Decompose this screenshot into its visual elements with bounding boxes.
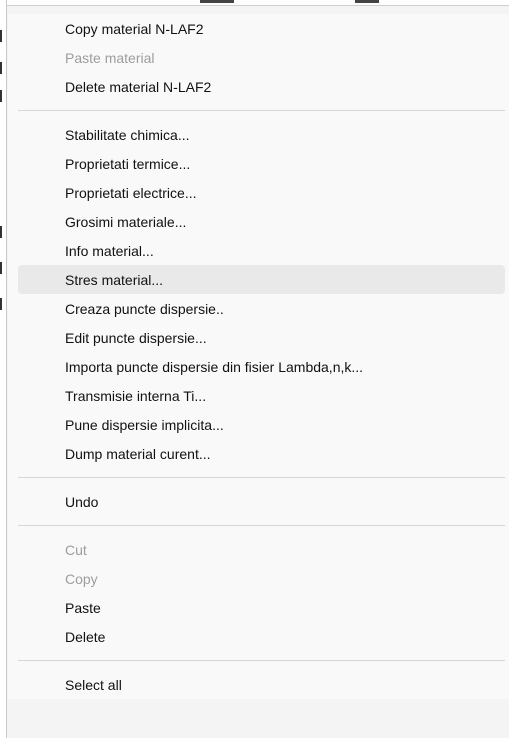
menu-item-label: Importa puncte dispersie din fisier Lamb… bbox=[65, 358, 364, 375]
underlying-window-mark bbox=[0, 30, 2, 42]
menu-item-label: Copy bbox=[65, 570, 98, 587]
menu-item-transmisie-interna-ti[interactable]: Transmisie interna Ti... bbox=[18, 381, 505, 410]
underlying-window-mark bbox=[0, 262, 2, 274]
menu-separator bbox=[18, 110, 505, 111]
menu-item-label: Dump material curent... bbox=[65, 445, 211, 462]
menu-item-proprietati-termice[interactable]: Proprietati termice... bbox=[18, 149, 505, 178]
menu-item-delete[interactable]: Delete bbox=[18, 622, 505, 651]
menu-item-label: Transmisie interna Ti... bbox=[65, 387, 207, 404]
menu-item-grosimi-materiale[interactable]: Grosimi materiale... bbox=[18, 207, 505, 236]
menu-item-select-all[interactable]: Select all bbox=[18, 670, 505, 699]
menu-item-label: Delete bbox=[65, 628, 106, 645]
menu-item-stabilitate-chimica[interactable]: Stabilitate chimica... bbox=[18, 120, 505, 149]
menu-item-label: Paste bbox=[65, 599, 101, 616]
menu-item-copy: Copy bbox=[18, 564, 505, 593]
menu-item-label: Pune dispersie implicita... bbox=[65, 416, 224, 433]
menu-item-importa-puncte-dispersie-din-fisier-lambda-n-k[interactable]: Importa puncte dispersie din fisier Lamb… bbox=[18, 352, 505, 381]
menu-item-info-material[interactable]: Info material... bbox=[18, 236, 505, 265]
menu-item-label: Grosimi materiale... bbox=[65, 213, 187, 230]
menu-item-undo[interactable]: Undo bbox=[18, 487, 505, 516]
menu-item-delete-material-n-laf2[interactable]: Delete material N-LAF2 bbox=[18, 72, 505, 101]
menu-item-label: Copy material N-LAF2 bbox=[65, 20, 204, 37]
menu-item-label: Stres material... bbox=[65, 271, 164, 288]
menu-item-cut: Cut bbox=[18, 535, 505, 564]
menu-item-label: Info material... bbox=[65, 242, 154, 259]
underlying-window-mark bbox=[0, 298, 2, 310]
underlying-window-top bbox=[7, 0, 509, 6]
menu-separator bbox=[18, 525, 505, 526]
menu-item-dump-material-curent[interactable]: Dump material curent... bbox=[18, 439, 505, 468]
underlying-window-mark bbox=[0, 226, 2, 238]
screen: Copy material N-LAF2 Paste material Delete… bbox=[0, 0, 509, 738]
menu-item-label: Select all bbox=[65, 676, 122, 693]
menu-item-label: Cut bbox=[65, 541, 87, 558]
menu-item-label: Proprietati electrice... bbox=[65, 184, 197, 201]
menu-item-label: Delete material N-LAF2 bbox=[65, 78, 212, 95]
menu-item-label: Proprietati termice... bbox=[65, 155, 191, 172]
menu-item-paste[interactable]: Paste bbox=[18, 593, 505, 622]
underlying-window-text-fragment bbox=[355, 0, 379, 3]
menu-item-label: Edit puncte dispersie... bbox=[65, 329, 207, 346]
menu-item-pune-dispersie-implicita[interactable]: Pune dispersie implicita... bbox=[18, 410, 505, 439]
menu-item-label: Undo bbox=[65, 493, 99, 510]
menu-item-label: Paste material bbox=[65, 49, 155, 66]
menu-item-copy-material-n-laf2[interactable]: Copy material N-LAF2 bbox=[18, 14, 505, 43]
menu-separator bbox=[18, 477, 505, 478]
menu-item-label: Stabilitate chimica... bbox=[65, 126, 190, 143]
menu-item-stres-material[interactable]: Stres material... bbox=[18, 265, 505, 294]
menu-item-edit-puncte-dispersie[interactable]: Edit puncte dispersie... bbox=[18, 323, 505, 352]
underlying-window-mark bbox=[0, 62, 2, 74]
underlying-window-mark bbox=[0, 90, 2, 102]
menu-item-proprietati-electrice[interactable]: Proprietati electrice... bbox=[18, 178, 505, 207]
context-menu: Copy material N-LAF2 Paste material Delete… bbox=[8, 14, 509, 699]
underlying-window-border bbox=[6, 0, 7, 738]
underlying-window-text-fragment bbox=[200, 0, 234, 3]
menu-item-paste-material: Paste material bbox=[18, 43, 505, 72]
menu-item-creaza-puncte-dispersie[interactable]: Creaza puncte dispersie.. bbox=[18, 294, 505, 323]
menu-separator bbox=[18, 660, 505, 661]
menu-item-label: Creaza puncte dispersie.. bbox=[65, 300, 224, 317]
